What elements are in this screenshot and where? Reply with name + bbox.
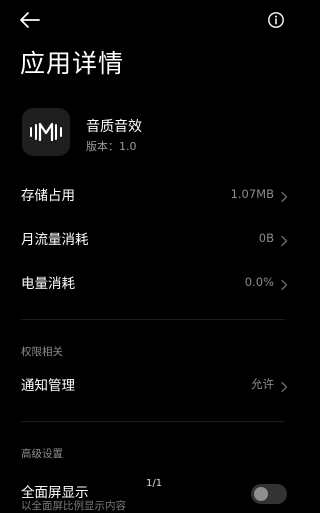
section-divider — [21, 421, 285, 422]
permissions-section-header: 权限相关 — [21, 346, 63, 358]
page-title: 应用详情 — [20, 49, 125, 78]
chevron-right-icon — [280, 188, 288, 203]
data-usage-row[interactable]: 月流量消耗 0B — [0, 218, 306, 258]
storage-usage-label: 存储占用 — [21, 188, 75, 204]
data-usage-label: 月流量消耗 — [21, 232, 89, 248]
back-arrow-icon[interactable] — [18, 10, 42, 30]
page-indicator: 1/1 — [146, 478, 163, 489]
storage-usage-value: 1.07MB — [230, 187, 274, 201]
notification-management-row[interactable]: 通知管理 允许 — [0, 364, 306, 404]
info-icon[interactable] — [267, 11, 285, 29]
notification-management-label: 通知管理 — [21, 378, 75, 394]
chevron-right-icon — [280, 378, 288, 393]
battery-usage-label: 电量消耗 — [21, 276, 75, 292]
toggle-knob — [254, 487, 268, 501]
section-divider — [21, 319, 285, 320]
advanced-section-header: 高级设置 — [21, 448, 63, 460]
app-header: 音质音效 版本：1.0 — [22, 108, 292, 158]
battery-usage-row[interactable]: 电量消耗 0.0% — [0, 262, 306, 302]
app-version: 版本：1.0 — [86, 140, 137, 153]
storage-usage-row[interactable]: 存储占用 1.07MB — [0, 174, 306, 214]
chevron-right-icon — [280, 232, 288, 247]
sound-wave-m-icon — [22, 108, 70, 156]
fullscreen-display-toggle[interactable] — [251, 484, 287, 504]
app-name: 音质音效 — [86, 119, 142, 135]
chevron-right-icon — [280, 276, 288, 291]
battery-usage-value: 0.0% — [244, 275, 274, 289]
data-usage-value: 0B — [258, 231, 274, 245]
notification-management-value: 允许 — [251, 377, 274, 391]
fullscreen-display-description: 以全面屏比例显示内容 — [21, 500, 126, 512]
top-bar — [0, 0, 306, 40]
